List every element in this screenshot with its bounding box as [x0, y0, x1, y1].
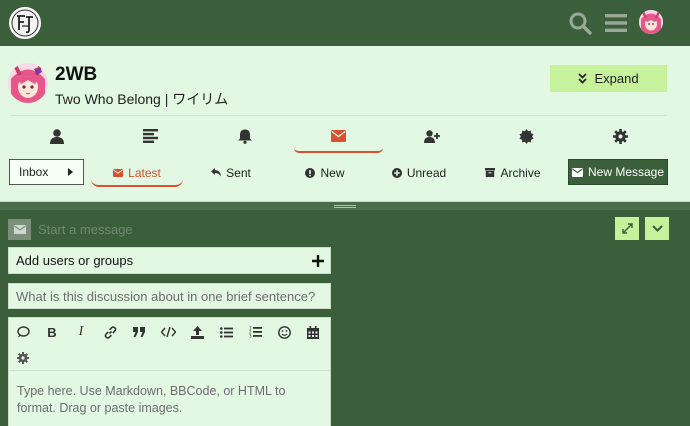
badges-icon[interactable]: [479, 119, 573, 153]
user-avatar-icon[interactable]: [639, 10, 663, 34]
tab-new[interactable]: New: [278, 159, 372, 186]
expand-arrows-icon: [621, 223, 633, 234]
site-logo-icon[interactable]: [8, 6, 42, 40]
expand-button-label: Expand: [594, 71, 639, 86]
calendar-icon[interactable]: [301, 321, 325, 343]
message-composer: Start a message Add users or groups What…: [0, 210, 690, 426]
plus-icon[interactable]: [312, 254, 324, 267]
new-message-label: New Message: [587, 165, 665, 179]
add-users-field[interactable]: Add users or groups: [8, 247, 331, 274]
message-title-placeholder: What is this discussion about in one bri…: [16, 288, 316, 304]
quote-icon[interactable]: [11, 321, 35, 343]
site-header: [0, 0, 690, 46]
reply-arrow-icon: [211, 168, 222, 177]
preferences-gear-icon[interactable]: [573, 119, 667, 153]
invite-user-icon[interactable]: [385, 119, 479, 153]
numbered-list-icon[interactable]: 123: [243, 321, 267, 343]
composer-resize-grip[interactable]: [0, 202, 690, 210]
message-tabs: Latest Sent New Unread Archive: [90, 159, 560, 187]
grip-lines: [334, 204, 356, 208]
new-message-button[interactable]: New Message: [568, 159, 668, 185]
tab-unread[interactable]: Unread: [372, 159, 466, 186]
divider: [10, 115, 667, 116]
message-title-input[interactable]: What is this discussion about in one bri…: [8, 283, 331, 309]
plus-circle-icon: [391, 167, 402, 178]
tab-archive-label: Archive: [500, 165, 541, 180]
profile-full-name: Two Who Belong | ワイリム: [55, 91, 229, 107]
fullscreen-button[interactable]: [615, 217, 639, 240]
italic-icon[interactable]: I: [69, 321, 93, 343]
message-editor[interactable]: B I 123 Type here. Use Markdown, BBCode,…: [8, 317, 331, 426]
editor-toolbar: B I 123: [9, 318, 330, 371]
messages-envelope-icon[interactable]: [292, 119, 386, 153]
tab-latest-label: Latest: [128, 165, 161, 180]
user-profile-panel: 2WB Two Who Belong | ワイリム Expand Inbox L…: [0, 46, 690, 202]
options-gear-icon[interactable]: [11, 347, 35, 369]
tab-unread-label: Unread: [406, 165, 447, 180]
hamburger-menu-icon[interactable]: [602, 9, 630, 37]
archive-box-icon: [485, 168, 496, 177]
editor-placeholder: Type here. Use Markdown, BBCode, or HTML…: [17, 384, 286, 415]
tab-new-label: New: [320, 165, 345, 180]
blockquote-icon[interactable]: [127, 321, 151, 343]
bold-icon[interactable]: B: [40, 321, 64, 343]
link-icon[interactable]: [98, 321, 122, 343]
caret-right-icon: [68, 168, 73, 176]
svg-text:3: 3: [249, 334, 252, 339]
inbox-dropdown-label: Inbox: [19, 165, 49, 179]
profile-username: 2WB: [55, 64, 98, 85]
upload-icon[interactable]: [185, 321, 209, 343]
tab-latest[interactable]: Latest: [90, 159, 184, 187]
bullet-list-icon[interactable]: [214, 321, 238, 343]
inbox-dropdown[interactable]: Inbox: [9, 159, 84, 185]
tab-archive[interactable]: Archive: [466, 159, 560, 186]
tab-sent[interactable]: Sent: [184, 159, 278, 186]
composer-envelope-icon: [8, 219, 31, 240]
profile-avatar: [8, 63, 48, 103]
expand-button[interactable]: Expand: [550, 65, 667, 92]
profile-user-icon[interactable]: [10, 119, 104, 153]
collapse-composer-button[interactable]: [645, 217, 669, 240]
add-users-label: Add users or groups: [16, 253, 134, 268]
emoji-icon[interactable]: [272, 321, 296, 343]
notifications-bell-icon[interactable]: [198, 119, 292, 153]
envelope-icon: [113, 168, 124, 177]
exclamation-circle-icon: [305, 167, 316, 178]
tab-sent-label: Sent: [226, 165, 251, 180]
profile-nav: [10, 119, 667, 153]
chevron-down-icon: [651, 225, 663, 232]
search-icon[interactable]: [566, 9, 594, 37]
activity-list-icon[interactable]: [104, 119, 198, 153]
envelope-icon: [571, 167, 583, 177]
code-icon[interactable]: [156, 321, 180, 343]
composer-title: Start a message: [38, 222, 133, 237]
double-chevron-down-icon: [578, 73, 588, 84]
